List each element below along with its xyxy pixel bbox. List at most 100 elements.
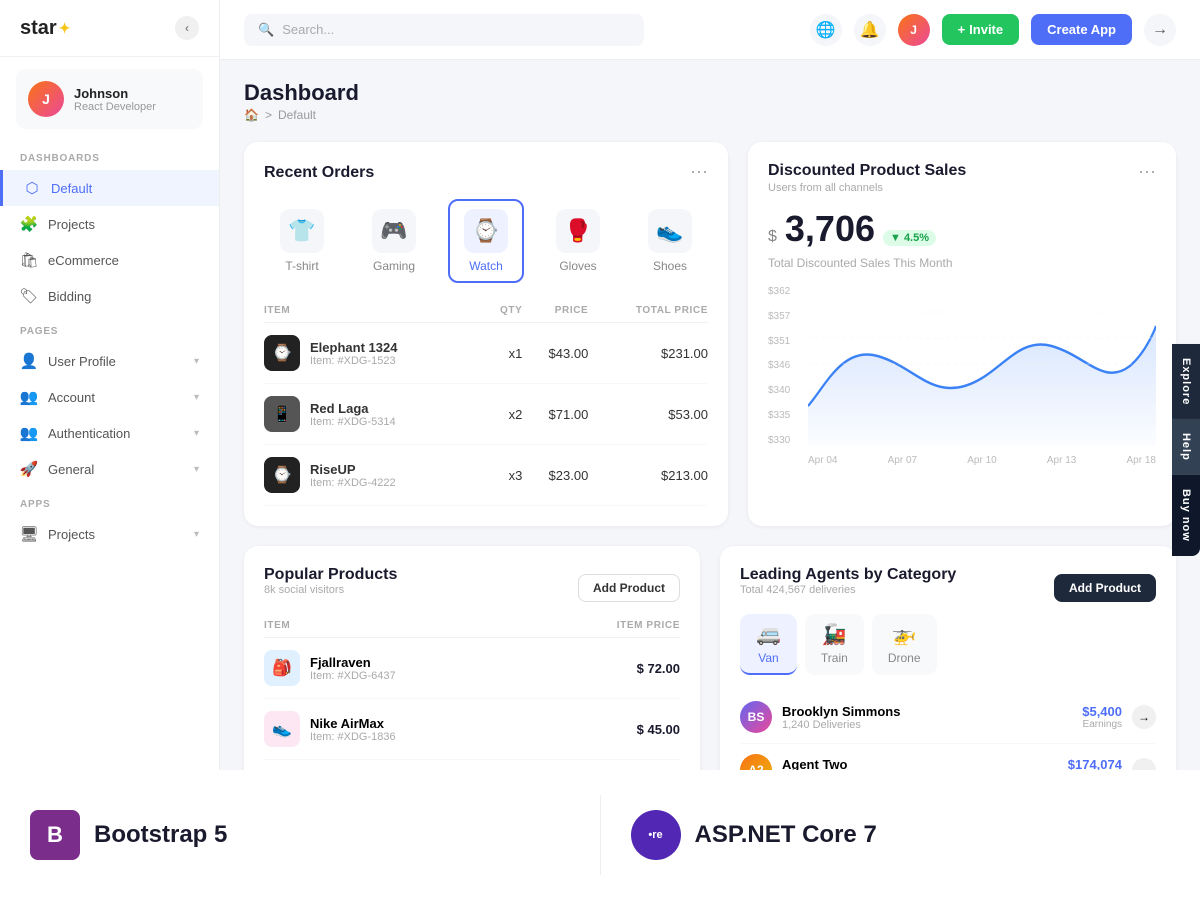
more-options-icon[interactable]: ⋯ — [690, 162, 708, 183]
item-price: $71.00 — [522, 384, 588, 445]
sidebar-item-authentication[interactable]: 👥 Authentication ▾ — [0, 415, 219, 451]
sidebar-item-label: Default — [51, 181, 92, 196]
shoes-icon: 👟 — [648, 209, 692, 253]
bell-icon[interactable]: 🔔 — [854, 14, 886, 46]
section-header: Recent Orders ⋯ — [264, 162, 708, 183]
agent-rating-button[interactable]: → — [1132, 705, 1156, 729]
product-icon: ⌚ — [264, 457, 300, 493]
search-bar[interactable]: 🔍 Search... — [244, 14, 644, 46]
category-tabs: 👕 T-shirt 🎮 Gaming ⌚ Watch 🥊 Gloves — [264, 199, 708, 283]
sales-badge: ▼ 4.5% — [883, 230, 936, 246]
search-placeholder: Search... — [282, 22, 334, 37]
product-icon: 🎒 — [264, 650, 300, 686]
tab-label: Gaming — [373, 259, 415, 273]
more-options-icon[interactable]: ⋯ — [1138, 162, 1156, 183]
sidebar-logo: star✦ ‹ — [0, 0, 219, 57]
asp-promo[interactable]: •re ASP.NET Core 7 — [601, 790, 1200, 880]
tab-label: Watch — [469, 259, 503, 273]
logo: star✦ — [20, 17, 70, 40]
sidebar-item-account[interactable]: 👥 Account ▾ — [0, 379, 219, 415]
buy-now-button[interactable]: Buy now — [1172, 475, 1200, 556]
item-id: Item: #XDG-5314 — [310, 416, 396, 428]
sidebar-collapse-button[interactable]: ‹ — [175, 16, 199, 40]
add-product-button-agents[interactable]: Add Product — [1054, 574, 1156, 602]
header: 🔍 Search... 🌐 🔔 J + Invite Create App → — [220, 0, 1200, 60]
table-row: ⌚ RiseUP Item: #XDG-4222 x3 $23.00 $213.… — [264, 445, 708, 506]
user-role: React Developer — [74, 101, 156, 113]
chevron-down-icon: ▾ — [194, 464, 199, 475]
tab-label: Gloves — [559, 259, 596, 273]
asp-icon: •re — [631, 810, 681, 860]
sidebar-item-label: Projects — [48, 217, 95, 232]
bootstrap-label: Bootstrap 5 — [94, 821, 227, 849]
tab-van[interactable]: 🚐 Van — [740, 614, 797, 675]
table-row: 👟 Nike AirMax Item: #XDG-1836 $ 45.00 — [264, 699, 680, 760]
puzzle-icon: 🧩 — [20, 215, 38, 233]
dollar-sign: $ — [768, 228, 777, 246]
item-total: $213.00 — [588, 445, 708, 506]
help-button[interactable]: Help — [1172, 419, 1200, 475]
chevron-down-icon: ▾ — [194, 356, 199, 367]
bootstrap-promo[interactable]: B Bootstrap 5 — [0, 790, 600, 880]
auth-icon: 👥 — [20, 424, 38, 442]
explore-button[interactable]: Explore — [1172, 344, 1200, 419]
monitor-icon: 🖥 — [20, 525, 38, 543]
col-price: ITEM PRICE — [545, 614, 680, 638]
train-icon: 🚂 — [822, 622, 847, 647]
home-icon: 🏠 — [244, 108, 259, 122]
sales-amount: $ 3,706 ▼ 4.5% — [768, 208, 1156, 250]
tag-icon: 🏷 — [20, 287, 38, 305]
chevron-down-icon: ▾ — [194, 428, 199, 439]
sidebar-item-default[interactable]: ⬡ Default — [0, 170, 219, 206]
create-app-button[interactable]: Create App — [1031, 14, 1132, 45]
drone-icon: 🚁 — [892, 622, 917, 647]
agents-title: Leading Agents by Category — [740, 566, 956, 584]
product-icon: 👟 — [264, 711, 300, 747]
sidebar: star✦ ‹ J Johnson React Developer DASHBO… — [0, 0, 220, 900]
col-item: ITEM — [264, 299, 485, 323]
tshirt-icon: 👕 — [280, 209, 324, 253]
tab-label: T-shirt — [285, 259, 318, 273]
van-icon: 🚐 — [756, 622, 781, 647]
tab-gloves[interactable]: 🥊 Gloves — [540, 199, 616, 283]
tab-label: Van — [758, 651, 778, 665]
globe-icon[interactable]: 🌐 — [810, 14, 842, 46]
sidebar-item-general[interactable]: 🚀 General ▾ — [0, 451, 219, 487]
tab-watch[interactable]: ⌚ Watch — [448, 199, 524, 283]
sidebar-item-projects-apps[interactable]: 🖥 Projects ▾ — [0, 516, 219, 552]
line-chart — [808, 286, 1156, 446]
promo-bar: B Bootstrap 5 •re ASP.NET Core 7 — [0, 770, 1200, 900]
invite-button[interactable]: + Invite — [942, 14, 1020, 45]
chevron-down-icon: ▾ — [194, 529, 199, 540]
sidebar-item-label: General — [48, 462, 94, 477]
item-total: $53.00 — [588, 384, 708, 445]
tab-label: Shoes — [653, 259, 687, 273]
sidebar-item-projects[interactable]: 🧩 Projects — [0, 206, 219, 242]
agent-deliveries: 1,240 Deliveries — [782, 719, 1072, 731]
sidebar-item-label: Account — [48, 390, 95, 405]
item-total: $231.00 — [588, 323, 708, 384]
tab-drone[interactable]: 🚁 Drone — [872, 614, 937, 675]
agent-name: Brooklyn Simmons — [782, 704, 1072, 719]
sidebar-item-bidding[interactable]: 🏷 Bidding — [0, 278, 219, 314]
tab-gaming[interactable]: 🎮 Gaming — [356, 199, 432, 283]
tab-train[interactable]: 🚂 Train — [805, 614, 864, 675]
user-profile-card: J Johnson React Developer — [16, 69, 203, 129]
tab-shoes[interactable]: 👟 Shoes — [632, 199, 708, 283]
sidebar-item-label: Projects — [48, 527, 95, 542]
arrow-right-icon[interactable]: → — [1144, 14, 1176, 46]
add-product-button[interactable]: Add Product — [578, 574, 680, 602]
table-row: ⌚ Elephant 1324 Item: #XDG-1523 x1 $43.0… — [264, 323, 708, 384]
item-name: Nike AirMax — [310, 716, 396, 731]
user-avatar-header[interactable]: J — [898, 14, 930, 46]
earnings-label: Earnings — [1082, 719, 1122, 730]
popular-products-table: ITEM ITEM PRICE 🎒 Fjallraven — [264, 614, 680, 760]
sidebar-item-label: Bidding — [48, 289, 91, 304]
tab-tshirt[interactable]: 👕 T-shirt — [264, 199, 340, 283]
chevron-down-icon: ▾ — [194, 392, 199, 403]
sales-subtitle: Users from all channels — [768, 182, 966, 194]
sidebar-item-ecommerce[interactable]: 🛍 eCommerce — [0, 242, 219, 278]
sidebar-item-user-profile[interactable]: 👤 User Profile ▾ — [0, 343, 219, 379]
sales-title: Discounted Product Sales — [768, 162, 966, 180]
col-price: PRICE — [522, 299, 588, 323]
